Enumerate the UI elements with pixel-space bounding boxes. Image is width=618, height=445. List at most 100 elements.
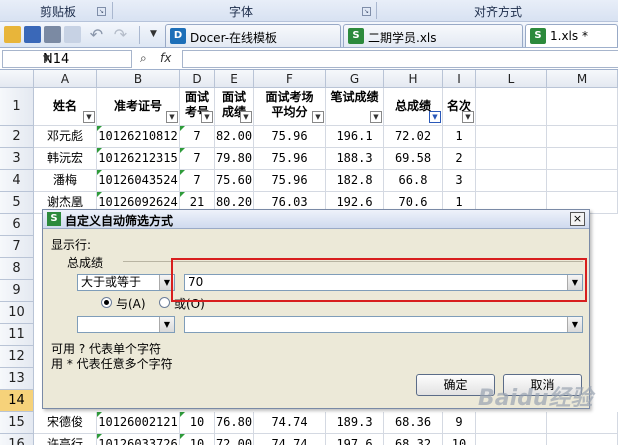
table-cell[interactable]: 66.8 (384, 170, 443, 192)
table-cell[interactable]: 68.32 (384, 434, 443, 445)
table-cell[interactable]: 79.80 (215, 148, 254, 170)
close-icon[interactable]: × (570, 212, 585, 226)
row-header[interactable]: 7 (0, 236, 34, 258)
column-header-a[interactable]: A (34, 70, 97, 88)
table-cell[interactable]: 7 (180, 170, 215, 192)
cell[interactable] (547, 170, 618, 192)
row-header[interactable]: 4 (0, 170, 34, 192)
table-cell[interactable]: 69.58 (384, 148, 443, 170)
table-cell[interactable]: 10126212315 (97, 148, 180, 170)
clipboard-launcher-icon[interactable]: ↘ (97, 7, 106, 16)
cell[interactable] (476, 434, 547, 445)
chevron-down-icon[interactable]: ▼ (159, 317, 174, 332)
column-header-i[interactable]: I (443, 70, 476, 88)
table-cell[interactable]: 10126210812 (97, 126, 180, 148)
and-radio-label[interactable]: 与(A) (116, 295, 146, 312)
name-box[interactable]: N14 ▼ (2, 50, 132, 68)
row-header[interactable]: 11 (0, 324, 34, 346)
table-cell[interactable]: 邓元彪 (34, 126, 97, 148)
cell[interactable] (547, 88, 618, 126)
column-header-l[interactable]: L (476, 70, 547, 88)
chevron-down-icon[interactable]: ▼ (43, 54, 129, 64)
dialog-titlebar[interactable]: S 自定义自动筛选方式 × (43, 210, 589, 229)
filter-dropdown-icon[interactable]: ▼ (201, 111, 213, 123)
operator-select-1[interactable]: 大于或等于 ▼ (77, 274, 175, 291)
header-cell-name[interactable]: 姓名 ▼ (34, 88, 97, 126)
row-header[interactable]: 15 (0, 412, 34, 434)
table-cell[interactable]: 72.00 (215, 434, 254, 445)
header-cell-rank[interactable]: 名次 ▼ (443, 88, 476, 126)
row-header[interactable]: 10 (0, 302, 34, 324)
table-cell[interactable]: 10126043524 (97, 170, 180, 192)
cell[interactable] (547, 126, 618, 148)
font-launcher-icon[interactable]: ↘ (362, 7, 371, 16)
table-cell[interactable]: 7 (180, 148, 215, 170)
select-all-corner[interactable] (0, 70, 34, 88)
row-header[interactable]: 13 (0, 368, 34, 390)
header-cell-written-score[interactable]: 笔试成绩 ▼ (326, 88, 384, 126)
and-radio[interactable] (101, 297, 112, 308)
table-cell[interactable]: 75.60 (215, 170, 254, 192)
table-cell[interactable]: 许高行 (34, 434, 97, 445)
customize-toolbar-icon[interactable]: ▼ (145, 26, 162, 43)
table-cell[interactable]: 10 (180, 412, 215, 434)
table-cell[interactable]: 1 (443, 126, 476, 148)
header-cell-total-score[interactable]: 总成绩 ▼ (384, 88, 443, 126)
filter-active-icon[interactable]: ▼ (429, 111, 441, 123)
or-radio[interactable] (159, 297, 170, 308)
cell[interactable] (476, 148, 547, 170)
table-cell[interactable]: 10126002121 (97, 412, 180, 434)
table-cell[interactable]: 75.96 (254, 148, 326, 170)
column-header-g[interactable]: G (326, 70, 384, 88)
row-header[interactable]: 8 (0, 258, 34, 280)
save-icon[interactable] (24, 26, 41, 43)
tab-1-xls[interactable]: S 1.xls * (525, 24, 618, 47)
cell[interactable] (547, 434, 618, 445)
table-cell[interactable]: 188.3 (326, 148, 384, 170)
header-cell-exam-id[interactable]: 准考证号 ▼ (97, 88, 180, 126)
print-preview-icon[interactable] (64, 26, 81, 43)
chevron-down-icon[interactable]: ▼ (567, 317, 582, 332)
table-cell[interactable]: 9 (443, 412, 476, 434)
column-header-d[interactable]: D (180, 70, 215, 88)
table-cell[interactable]: 10 (443, 434, 476, 445)
row-header[interactable]: 1 (0, 88, 34, 126)
column-header-f[interactable]: F (254, 70, 326, 88)
zoom-search-icon[interactable]: ⌕ (140, 51, 147, 66)
row-header[interactable]: 2 (0, 126, 34, 148)
filter-dropdown-icon[interactable]: ▼ (370, 111, 382, 123)
table-cell[interactable]: 68.36 (384, 412, 443, 434)
undo-icon[interactable]: ↶ (88, 26, 105, 43)
table-cell[interactable]: 10 (180, 434, 215, 445)
row-header[interactable]: 12 (0, 346, 34, 368)
table-cell[interactable]: 76.80 (215, 412, 254, 434)
redo-icon[interactable]: ↷ (112, 26, 129, 43)
filter-dropdown-icon[interactable]: ▼ (240, 111, 252, 123)
row-header[interactable]: 6 (0, 214, 34, 236)
filter-dropdown-icon[interactable]: ▼ (166, 111, 178, 123)
column-header-b[interactable]: B (97, 70, 180, 88)
tab-docer-templates[interactable]: D Docer-在线模板 (165, 24, 341, 47)
fx-icon[interactable]: fx (160, 51, 171, 65)
header-cell-interview-score[interactable]: 面试成绩 ▼ (215, 88, 254, 126)
cell[interactable] (547, 148, 618, 170)
filter-dropdown-icon[interactable]: ▼ (462, 111, 474, 123)
filter-dropdown-icon[interactable]: ▼ (312, 111, 324, 123)
table-cell[interactable]: 韩沅宏 (34, 148, 97, 170)
table-cell[interactable]: 7 (180, 126, 215, 148)
cell[interactable] (547, 412, 618, 434)
row-header-selected[interactable]: 14 (0, 390, 34, 412)
column-header-m[interactable]: M (547, 70, 618, 88)
table-cell[interactable]: 74.74 (254, 434, 326, 445)
header-cell-interview-no[interactable]: 面试考号 ▼ (180, 88, 215, 126)
value-input-2[interactable]: ▼ (184, 316, 583, 333)
table-cell[interactable]: 2 (443, 148, 476, 170)
row-header[interactable]: 5 (0, 192, 34, 214)
column-header-e[interactable]: E (215, 70, 254, 88)
row-header[interactable]: 9 (0, 280, 34, 302)
cell[interactable] (476, 126, 547, 148)
formula-input[interactable] (182, 50, 618, 68)
open-folder-icon[interactable] (4, 26, 21, 43)
table-cell[interactable]: 75.96 (254, 126, 326, 148)
row-header[interactable]: 16 (0, 434, 34, 445)
